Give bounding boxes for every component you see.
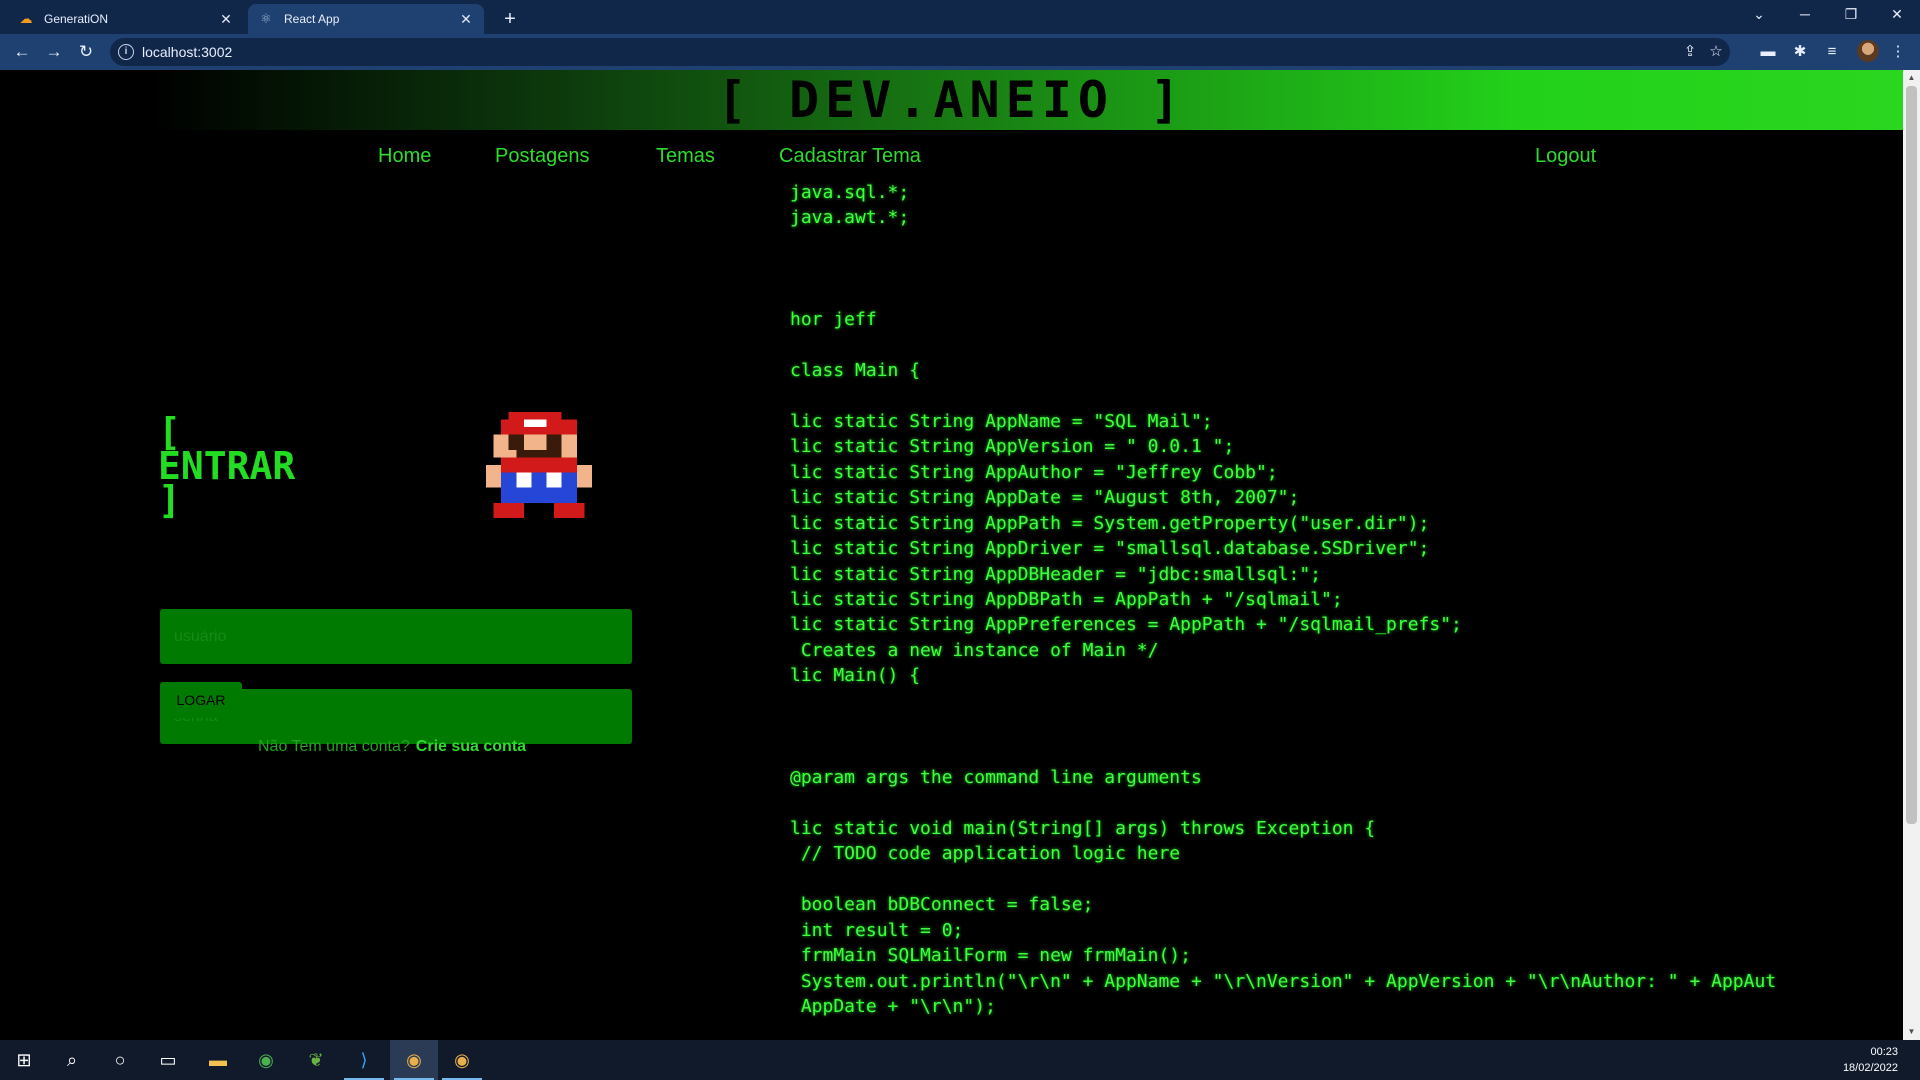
scrollbar-thumb[interactable] (1906, 86, 1917, 824)
nav-posts-link[interactable]: Postagens (495, 142, 590, 170)
nav-new-theme-link[interactable]: Cadastrar Tema (779, 142, 921, 170)
site-logo: [ DEV.ANEIO ] (716, 71, 1187, 129)
address-bar[interactable]: i localhost:3002 ⇪ ☆ (110, 38, 1730, 66)
url-text: localhost:3002 (142, 44, 233, 60)
code-line: frmMain SQLMailForm = new frmMain(); (790, 945, 1191, 967)
nav-logout-link[interactable]: Logout (1535, 142, 1596, 170)
system-clock[interactable]: 00:23 18/02/2022 (1843, 1044, 1898, 1076)
site-info-icon[interactable]: i (118, 44, 134, 60)
tab-generation[interactable]: ☁ GeneratiON ✕ (8, 4, 244, 34)
scroll-up-icon[interactable]: ▲ (1903, 70, 1920, 86)
code-line: Creates a new instance of Main */ (790, 639, 1159, 661)
cortana-icon[interactable]: ○ (96, 1040, 144, 1080)
code-line: System.out.println("\r\n" + AppName + "\… (790, 970, 1777, 992)
code-line: lic static String AppDBPath = AppPath + … (790, 589, 1343, 610)
code-line: lic static void main(String[] args) thro… (790, 817, 1376, 839)
vscode-icon[interactable]: ⟩ (340, 1040, 388, 1080)
extensions-puzzle-icon[interactable]: ✱ (1790, 42, 1810, 62)
back-button[interactable]: ← (10, 40, 34, 64)
code-line: class Main { (790, 360, 921, 382)
media-queue-icon[interactable]: ≡ (1822, 42, 1842, 62)
search-icon[interactable]: ⌕ (48, 1040, 96, 1080)
code-line: java.sql.*; (790, 182, 910, 203)
code-line: // TODO code application logic here (790, 843, 1181, 865)
close-icon[interactable]: ✕ (218, 11, 234, 27)
tab-title: GeneratiON (44, 12, 109, 26)
extension-cast-icon[interactable]: ▬ (1758, 42, 1778, 62)
code-line: AppDate + "\r\n"); (790, 996, 996, 1017)
code-line: lic Main() { (790, 665, 921, 687)
close-window-button[interactable]: ✕ (1874, 0, 1920, 30)
login-title-bracket-close: ] (158, 478, 181, 522)
page-scrollbar[interactable]: ▲ ▼ (1903, 70, 1920, 1040)
code-line: lic static String AppDBHeader = "jdbc:sm… (790, 563, 1322, 585)
spring-tools-icon[interactable]: ❦ (292, 1040, 340, 1080)
code-line: lic static String AppAuthor = "Jeffrey C… (790, 461, 1278, 483)
login-title: [ ENTRAR ] (158, 413, 295, 522)
profile-avatar[interactable] (1857, 40, 1879, 62)
menu-kebab-icon[interactable]: ⋮ (1888, 42, 1908, 62)
code-background-image: java.sql.*; java.awt.*; hor jeff class Main… (790, 180, 1903, 1040)
file-explorer-icon[interactable]: ▬ (194, 1040, 242, 1080)
code-line: java.awt.*; (790, 207, 910, 229)
windows-start-icon[interactable]: ⊞ (0, 1040, 48, 1080)
nav-themes-link[interactable]: Temas (656, 142, 715, 170)
tab-react-app[interactable]: ⚛ React App ✕ (248, 4, 484, 34)
code-line: boolean bDBConnect = false; (790, 894, 1094, 916)
nav-home-link[interactable]: Home (378, 142, 431, 170)
page-content: [ DEV.ANEIO ] Home Postagens Temas Cadas… (0, 70, 1903, 1040)
bookmark-star-icon[interactable]: ☆ (1706, 42, 1726, 62)
reload-button[interactable]: ↻ (74, 40, 98, 64)
signup-link[interactable]: Crie sua conta (416, 738, 526, 755)
code-line: lic static String AppPreferences = AppPa… (790, 614, 1462, 636)
signup-prompt: Não Tem uma conta? Crie sua conta (258, 738, 526, 756)
chrome-icon[interactable]: ◉ (242, 1040, 290, 1080)
browser-toolbar: ← → ↻ i localhost:3002 ⇪ ☆ ▬ ✱ ≡ ⋮ (0, 34, 1920, 70)
chrome-profile-2-icon[interactable]: ◉ (438, 1040, 486, 1080)
tab-title: React App (284, 12, 340, 26)
chrome-profile-icon[interactable]: ◉ (390, 1040, 438, 1080)
browser-tab-strip: ☁ GeneratiON ✕ ⚛ React App ✕ + ⌄ ─ ❐ ✕ (0, 0, 1920, 34)
code-line: int result = 0; (790, 919, 964, 941)
code-line: hor jeff (790, 309, 877, 331)
login-button[interactable]: LOGAR (160, 682, 242, 718)
code-line: lic static String AppPath = System.getPr… (790, 512, 1430, 534)
code-line: lic static String AppName = "SQL Mail"; (790, 410, 1213, 432)
tab-search-icon[interactable]: ⌄ (1736, 0, 1782, 30)
windows-taskbar: ⊞ ⌕ ○ ▭ ▬ ◉ ❦ ⟩ ◉ ◉ 00:23 18/02/2022 (0, 1040, 1920, 1080)
code-line: lic static String AppDate = "August 8th,… (790, 487, 1300, 509)
main-nav: Home Postagens Temas Cadastrar Tema Logo… (0, 142, 1903, 172)
clock-date: 18/02/2022 (1842, 1062, 1898, 1074)
cloud-orange-icon: ☁ (19, 11, 33, 26)
task-view-icon[interactable]: ▭ (144, 1040, 192, 1080)
scroll-down-icon[interactable]: ▼ (1903, 1024, 1920, 1040)
new-tab-button[interactable]: + (497, 6, 523, 32)
mario-sprite-icon (486, 412, 592, 518)
minimize-button[interactable]: ─ (1782, 0, 1828, 30)
share-icon[interactable]: ⇪ (1680, 42, 1700, 62)
code-line: lic static String AppDriver = "smallsql.… (790, 538, 1430, 560)
restore-button[interactable]: ❐ (1828, 0, 1874, 30)
code-line: @param args the command line arguments (790, 767, 1202, 789)
code-line: lic static String AppVersion = " 0.0.1 "… (790, 436, 1235, 458)
clock-time: 00:23 (1870, 1046, 1898, 1058)
react-icon: ⚛ (260, 11, 272, 26)
close-icon[interactable]: ✕ (458, 11, 474, 27)
username-input[interactable] (160, 609, 632, 664)
signup-prompt-text: Não Tem uma conta? (258, 738, 410, 755)
forward-button[interactable]: → (42, 40, 66, 64)
